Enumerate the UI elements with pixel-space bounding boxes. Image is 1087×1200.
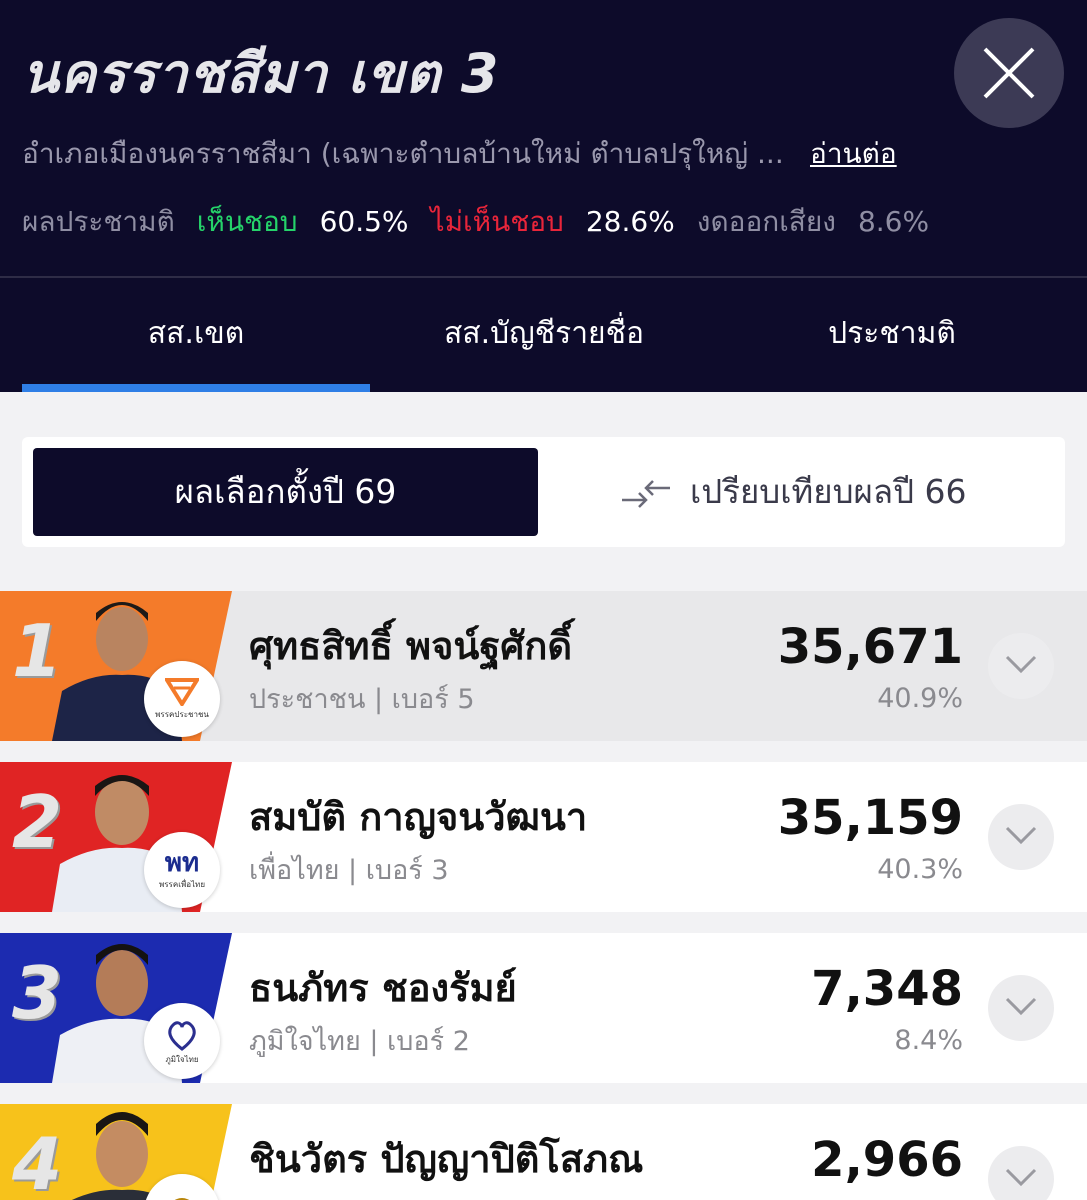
candidate-party: ภูมิใจไทย | เบอร์ 2 bbox=[249, 1026, 470, 1057]
people-party-logo-icon bbox=[165, 677, 199, 706]
pheu-thai-logo-icon: พท bbox=[164, 847, 200, 878]
party-logo-label: พรรคเพื่อไทย bbox=[158, 879, 205, 889]
referendum-no-label: ไม่เห็นชอบ bbox=[430, 205, 564, 238]
vote-percent: 8.4% bbox=[894, 1025, 963, 1056]
referendum-no-value: 28.6% bbox=[585, 205, 675, 238]
vote-percent: 40.3% bbox=[877, 854, 963, 885]
expand-button[interactable] bbox=[988, 975, 1054, 1041]
vote-count: 35,159 bbox=[777, 790, 963, 846]
candidate-row[interactable]: พท พรรคเพื่อไทย 2 สมบัติ กาญจนวัฒนา เพื่… bbox=[0, 762, 1087, 912]
vote-count: 35,671 bbox=[777, 619, 963, 675]
header: นครราชสีมา เขต 3 อำเภอเมืองนครราชสีมา (เ… bbox=[0, 0, 1087, 392]
referendum-abstain-label: งดออกเสียง bbox=[696, 205, 836, 238]
tab-referendum[interactable]: ประชามติ bbox=[718, 310, 1066, 357]
close-icon bbox=[983, 47, 1035, 99]
party-emblem-icon bbox=[174, 1198, 190, 1200]
rank-number: 2 bbox=[12, 780, 63, 864]
chevron-down-icon bbox=[1005, 997, 1037, 1016]
party-logo-label: ภูมิใจไทย bbox=[165, 1054, 199, 1064]
tab-party-list-mp[interactable]: สส.บัญชีรายชื่อ bbox=[370, 310, 718, 357]
rank-number: 1 bbox=[12, 609, 63, 693]
referendum-summary: ผลประชามติ เห็นชอบ 60.5% ไม่เห็นชอบ 28.6% งดอ… bbox=[22, 200, 951, 244]
compare-label: เปรียบเทียบผลปี 66 bbox=[690, 472, 967, 511]
candidate-name: ชินวัตร ปัญญาปิติโสภณ bbox=[249, 1137, 644, 1181]
header-divider bbox=[0, 276, 1087, 278]
election-69-button[interactable]: ผลเลือกตั้งปี 69 bbox=[33, 448, 538, 536]
referendum-label: ผลประชามติ bbox=[22, 205, 175, 238]
party-logo-label: พรรคประชาชน bbox=[155, 709, 209, 719]
referendum-yes-value: 60.5% bbox=[319, 205, 409, 238]
close-button[interactable] bbox=[954, 18, 1064, 128]
candidate-name: ศุทธสิทธิ์ พจน์ฐศักดิ์ bbox=[249, 624, 573, 668]
vote-percent: 40.9% bbox=[877, 683, 963, 714]
referendum-yes-label: เห็นชอบ bbox=[196, 205, 298, 238]
compare-arrows-icon bbox=[622, 479, 670, 508]
candidate-row[interactable]: ภูมิใจไทย 3 ธนภัทร ชองรัมย์ ภูมิใจไทย | … bbox=[0, 933, 1087, 1083]
expand-button[interactable] bbox=[988, 804, 1054, 870]
candidate-name: สมบัติ กาญจนวัฒนา bbox=[249, 795, 588, 839]
read-more-link[interactable]: อ่านต่อ bbox=[810, 132, 897, 176]
result-toggle: ผลเลือกตั้งปี 69 เปรียบเทียบผลปี 66 bbox=[22, 437, 1065, 547]
page-title: นครราชสีมา เขต 3 bbox=[22, 42, 500, 105]
vote-count: 2,966 bbox=[811, 1132, 963, 1188]
rank-number: 3 bbox=[12, 951, 63, 1035]
bhumjaithai-logo-icon bbox=[168, 1020, 196, 1051]
referendum-abstain-value: 8.6% bbox=[857, 205, 930, 238]
tab-constituency-mp[interactable]: สส.เขต bbox=[22, 310, 370, 357]
chevron-down-icon bbox=[1005, 1168, 1037, 1187]
candidate-party: ประชาชน | เบอร์ 5 bbox=[249, 684, 475, 715]
candidate-name: ธนภัทร ชองรัมย์ bbox=[249, 966, 517, 1010]
party-logo: พรรคประชาชน bbox=[144, 661, 220, 737]
vote-count: 7,348 bbox=[811, 961, 963, 1017]
district-description: อำเภอเมืองนครราชสีมา (เฉพาะตำบลบ้านใหม่ … bbox=[22, 137, 784, 170]
candidate-party: เพื่อไทย | เบอร์ 3 bbox=[249, 855, 449, 886]
expand-button[interactable] bbox=[988, 1146, 1054, 1200]
party-logo: พท พรรคเพื่อไทย bbox=[144, 832, 220, 908]
candidate-row[interactable]: 4 ชินวัตร ปัญญาปิติโสภณ 2,966 bbox=[0, 1104, 1087, 1200]
active-tab-indicator bbox=[22, 384, 370, 392]
party-logo: ภูมิใจไทย bbox=[144, 1003, 220, 1079]
chevron-down-icon bbox=[1005, 826, 1037, 845]
rank-number: 4 bbox=[12, 1122, 63, 1200]
expand-button[interactable] bbox=[988, 633, 1054, 699]
chevron-down-icon bbox=[1005, 655, 1037, 674]
candidate-row[interactable]: พรรคประชาชน 1 ศุทธสิทธิ์ พจน์ฐศักดิ์ ประ… bbox=[0, 591, 1087, 741]
compare-66-button[interactable]: เปรียบเทียบผลปี 66 bbox=[620, 448, 1040, 536]
